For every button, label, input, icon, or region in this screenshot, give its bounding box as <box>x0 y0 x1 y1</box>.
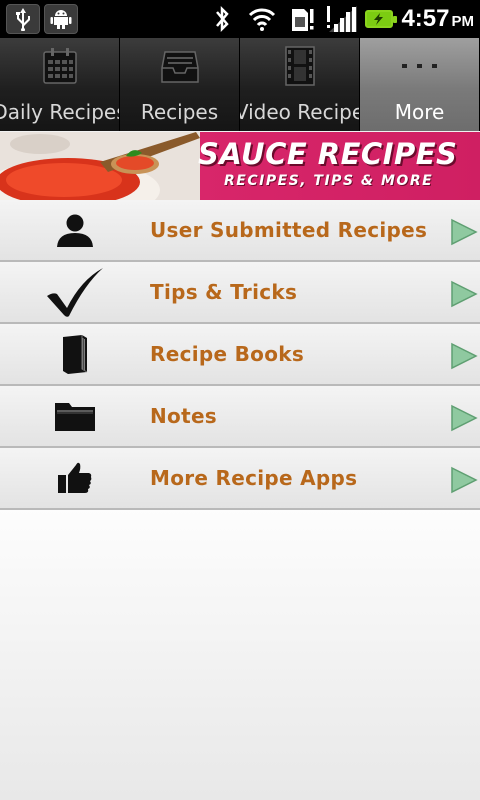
banner-title: SAUCE RECIPES <box>198 137 458 171</box>
status-bar: 4:57 PM <box>0 0 480 38</box>
sauce-bowl-image <box>0 132 200 200</box>
banner-subtitle: RECIPES, TIPS & MORE <box>224 173 434 189</box>
tab-label: More <box>394 100 445 124</box>
menu-item-label: More Recipe Apps <box>150 466 358 490</box>
tab-label: Video Recipe <box>240 100 360 124</box>
wifi-icon <box>245 4 279 34</box>
arrow-right-icon <box>451 342 478 370</box>
menu-item-label: Recipe Books <box>150 342 305 366</box>
more-dots-icon <box>400 46 440 86</box>
sauce-banner[interactable]: SAUCE RECIPES RECIPES, TIPS & MORE <box>0 132 480 200</box>
menu-item-notes[interactable]: Notes <box>0 386 480 448</box>
tab-daily-recipes[interactable]: Daily Recipes <box>0 38 120 131</box>
menu-item-recipe-books[interactable]: Recipe Books <box>0 324 480 386</box>
menu-item-more-recipe-apps[interactable]: More Recipe Apps <box>0 448 480 510</box>
clock-ampm: PM <box>451 13 475 30</box>
signal-icon <box>325 4 359 34</box>
tab-video-recipe[interactable]: Video Recipe <box>240 38 360 131</box>
menu-item-label: Notes <box>150 404 218 428</box>
menu-item-user-submitted-recipes[interactable]: User Submitted Recipes <box>0 200 480 262</box>
bluetooth-icon <box>205 4 239 34</box>
folder-icon <box>0 385 150 447</box>
usb-icon <box>6 4 40 34</box>
menu-list: User Submitted Recipes Tips & Tricks Rec… <box>0 200 480 510</box>
clock: 4:57 PM <box>401 5 474 33</box>
checkmark-icon <box>0 261 150 323</box>
arrow-right-icon <box>451 218 478 246</box>
film-strip-icon <box>284 46 316 86</box>
arrow-right-icon <box>451 404 478 432</box>
book-icon <box>0 323 150 385</box>
tab-label: Daily Recipes <box>0 100 120 124</box>
menu-item-label: User Submitted Recipes <box>150 218 428 242</box>
clock-time: 4:57 <box>401 5 450 32</box>
tab-label: Recipes <box>140 100 219 124</box>
calendar-icon <box>42 46 78 86</box>
android-debug-icon <box>44 4 78 34</box>
menu-item-tips-and-tricks[interactable]: Tips & Tricks <box>0 262 480 324</box>
arrow-right-icon <box>451 466 478 494</box>
battery-charging-icon <box>365 10 398 28</box>
user-silhouette-icon <box>0 199 150 261</box>
inbox-tray-icon <box>160 46 199 86</box>
tab-bar: Daily Recipes Recipes Video Recipe <box>0 38 480 131</box>
sim-alert-icon <box>285 4 319 34</box>
tab-more[interactable]: More <box>360 38 480 131</box>
arrow-right-icon <box>451 280 478 308</box>
menu-item-label: Tips & Tricks <box>150 280 298 304</box>
tab-recipes[interactable]: Recipes <box>120 38 240 131</box>
thumbs-up-icon <box>0 447 150 509</box>
